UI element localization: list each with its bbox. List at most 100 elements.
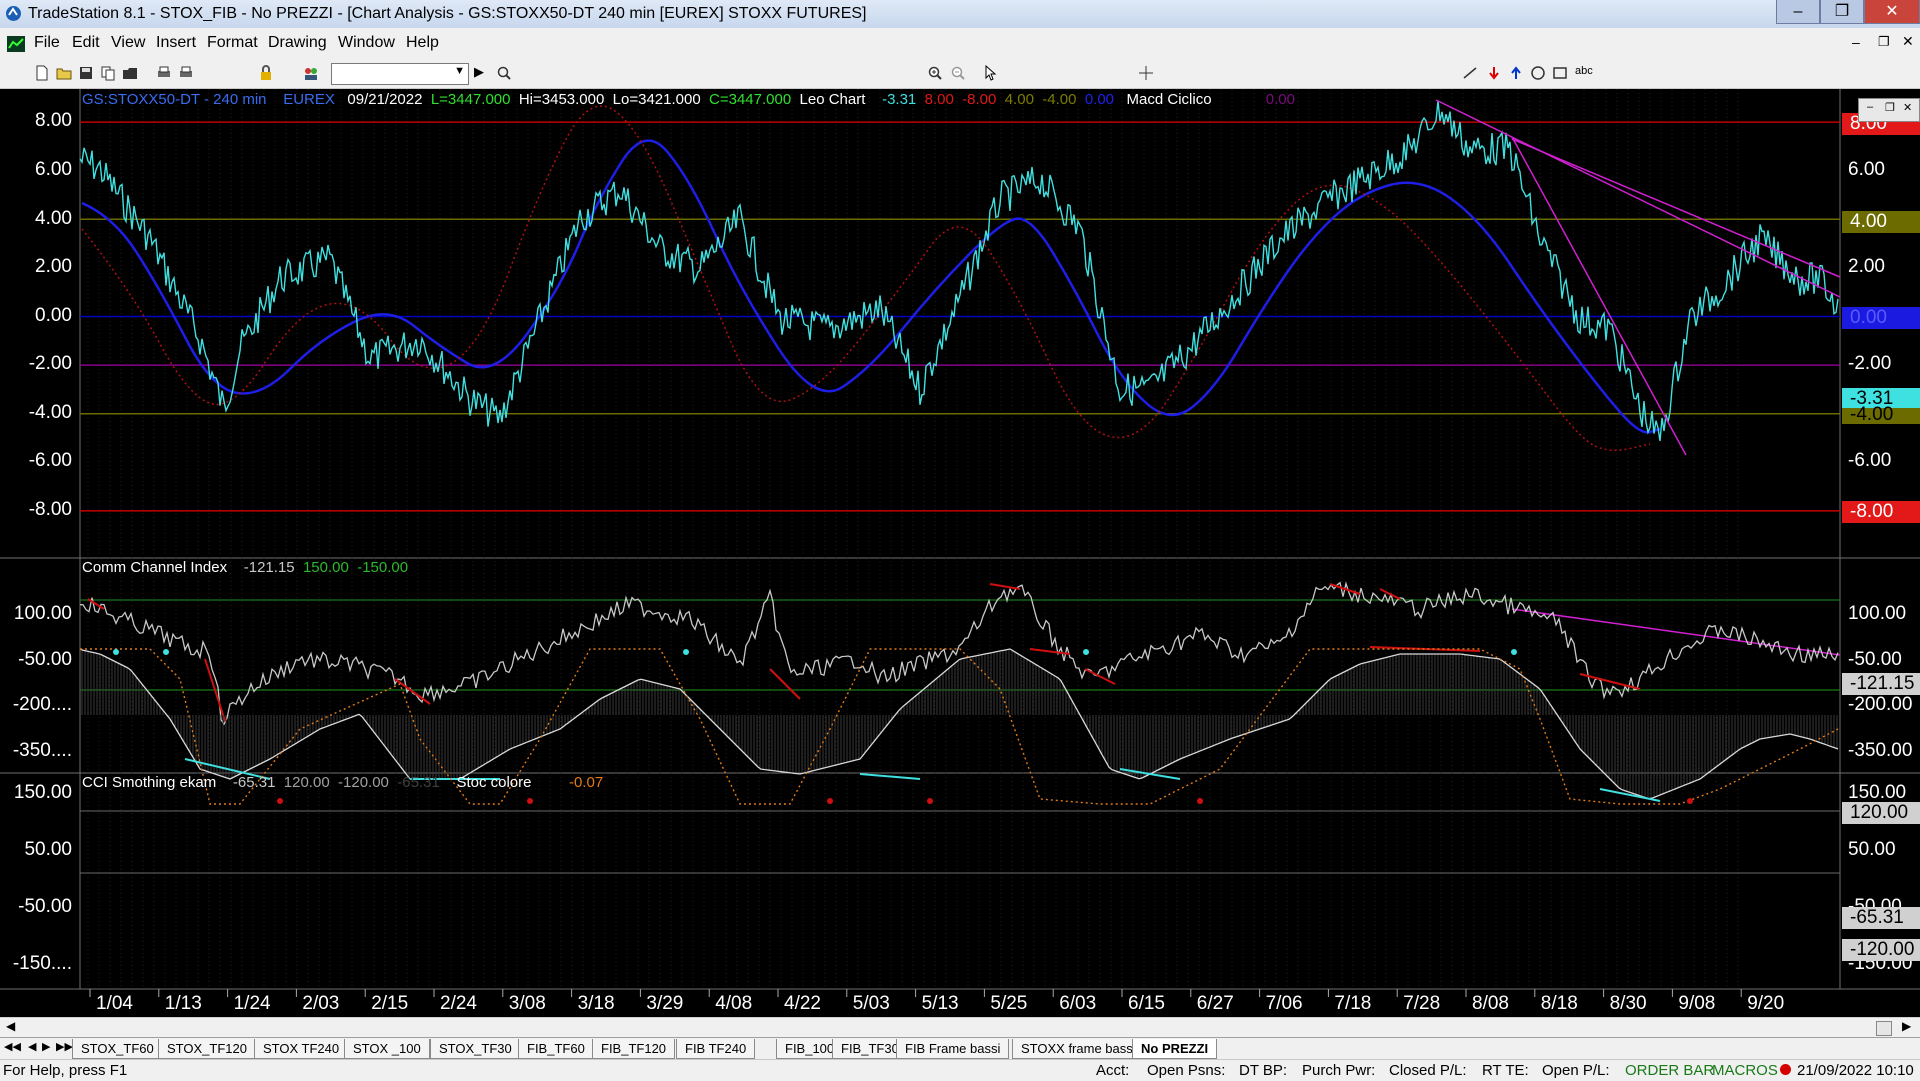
menu-insert[interactable]: Insert xyxy=(156,34,196,52)
minimize-button[interactable]: – xyxy=(1776,0,1820,24)
cci2-name2: Stoc colore xyxy=(456,774,532,791)
ellipse-icon[interactable] xyxy=(1530,65,1546,81)
workspace-tab[interactable]: STOX _100 xyxy=(344,1039,430,1059)
pane-buttons[interactable]: – ❐ ✕ xyxy=(1858,98,1920,122)
workspace-tab[interactable]: STOX TF240 xyxy=(254,1039,349,1059)
folder-icon[interactable] xyxy=(122,65,138,81)
cci-extreme-segment xyxy=(989,583,1021,590)
cci2-v3: -120.00 xyxy=(338,774,389,791)
open-icon[interactable] xyxy=(56,65,72,81)
pointer-icon[interactable] xyxy=(982,65,998,81)
y-right-label: 100.00 xyxy=(1848,603,1907,624)
scroll-thumb[interactable] xyxy=(1876,1021,1892,1036)
header-symbol: GS:STOXX50-DT - 240 min xyxy=(82,91,267,108)
value-tag-olive2: -4.00 xyxy=(1842,405,1920,424)
mdi-restore-button[interactable]: ❐ xyxy=(1878,34,1890,50)
status-macros[interactable]: MACROS xyxy=(1712,1062,1778,1079)
workspace-tab[interactable]: FIB Frame bassi xyxy=(896,1039,1010,1059)
new-icon[interactable] xyxy=(34,65,50,81)
scroll-left-icon[interactable]: ◀ xyxy=(6,1019,15,1033)
header-c: C=3447.000 xyxy=(709,91,792,108)
rectangle-icon[interactable] xyxy=(1552,65,1568,81)
print-preview-icon[interactable] xyxy=(178,65,194,81)
play-icon[interactable]: ▶ xyxy=(474,64,484,80)
zoom-out-icon[interactable] xyxy=(950,65,966,81)
y-right-label: 150.00 xyxy=(1848,782,1907,803)
save-icon[interactable] xyxy=(78,65,94,81)
cci-header: Comm Channel Index -121.15 150.00 -150.0… xyxy=(82,559,408,576)
tab-prev-icon[interactable]: ◀ xyxy=(28,1040,36,1053)
title-bar: TradeStation 8.1 - STOX_FIB - No PREZZI … xyxy=(0,0,1920,28)
x-tick-label: 5/25 xyxy=(990,993,1028,1014)
cci-v3: -150.00 xyxy=(357,559,409,576)
menu-window[interactable]: Window xyxy=(338,34,395,52)
workspace-tab[interactable]: FIB_TF60 xyxy=(518,1039,594,1059)
tab-last-icon[interactable]: ▶▶ xyxy=(56,1040,73,1053)
workspace-tab[interactable]: STOX_TF60 xyxy=(72,1039,163,1059)
close-button[interactable]: ✕ xyxy=(1864,0,1920,24)
cci-v2: 150.00 xyxy=(302,559,349,576)
workspace-tab[interactable]: FIB_TF120 xyxy=(592,1039,676,1059)
copy-icon[interactable] xyxy=(100,65,116,81)
x-tick-label: 6/15 xyxy=(1128,993,1165,1014)
y-right-label: -6.00 xyxy=(1848,450,1892,471)
menu-bar: File Edit View Insert Format Drawing Win… xyxy=(0,28,1920,61)
zoom-in-icon[interactable] xyxy=(927,65,943,81)
y-left-label: 2.00 xyxy=(35,256,72,277)
macd-ciclico-line xyxy=(81,139,1661,434)
y-right-label: 50.00 xyxy=(1848,839,1896,860)
chart-canvas[interactable] xyxy=(0,89,1920,1024)
symbol-combobox[interactable]: ▼ xyxy=(331,63,469,85)
people-icon[interactable] xyxy=(303,65,319,81)
workspace-tab[interactable]: STOXX frame bassi xyxy=(1012,1039,1145,1059)
workspace-tab[interactable]: STOX_TF120 xyxy=(158,1039,256,1059)
cci-v1: -121.15 xyxy=(243,559,295,576)
menu-help[interactable]: Help xyxy=(406,34,439,52)
crosshair-icon[interactable] xyxy=(1138,65,1154,81)
menu-drawing[interactable]: Drawing xyxy=(268,34,327,52)
mdi-close-button[interactable]: ✕ xyxy=(1902,33,1914,50)
header-hi: Hi=3453.000 xyxy=(518,91,605,108)
pane-close-icon[interactable]: ✕ xyxy=(1903,101,1912,114)
series-group xyxy=(79,99,1841,805)
print-icon[interactable] xyxy=(156,65,172,81)
menu-format[interactable]: Format xyxy=(207,34,258,52)
text-tool-icon[interactable]: abc xyxy=(1575,65,1593,77)
pane-minimize-icon[interactable]: – xyxy=(1867,101,1873,113)
x-tick-label: 6/27 xyxy=(1196,993,1234,1014)
workspace-tab[interactable]: No PREZZI xyxy=(1132,1039,1218,1059)
workspace-tab[interactable]: STOX_TF30 xyxy=(430,1039,521,1059)
menu-edit[interactable]: Edit xyxy=(72,34,100,52)
signal-dot xyxy=(113,649,119,655)
restore-button[interactable]: ❐ xyxy=(1820,0,1864,24)
tradestation-app-icon xyxy=(6,6,21,21)
mdi-minimize-button[interactable]: – xyxy=(1852,34,1860,50)
tab-next-icon[interactable]: ▶ xyxy=(42,1040,50,1053)
arrow-down-icon[interactable] xyxy=(1486,65,1502,81)
tab-first-icon[interactable]: ◀◀ xyxy=(4,1040,21,1053)
x-tick-label: 1/24 xyxy=(233,993,271,1014)
chart-window-icon[interactable] xyxy=(7,36,25,52)
trendline-icon[interactable] xyxy=(1462,65,1478,81)
cci-extreme-segment xyxy=(1029,648,1071,655)
y-left-label: 8.00 xyxy=(35,110,72,131)
x-tick-label: 8/18 xyxy=(1540,993,1578,1014)
pane-restore-icon[interactable]: ❐ xyxy=(1885,101,1895,114)
y-right-label: 6.00 xyxy=(1848,159,1885,180)
chevron-down-icon[interactable]: ▼ xyxy=(454,65,465,77)
status-order-bar[interactable]: ORDER BAR xyxy=(1625,1062,1714,1079)
scroll-right-icon[interactable]: ▶ xyxy=(1902,1019,1911,1033)
magnifier-icon[interactable] xyxy=(496,65,512,81)
lock-icon[interactable] xyxy=(258,65,274,81)
menu-view[interactable]: View xyxy=(111,34,145,52)
workspace-tabs: ◀◀ ◀ ▶ ▶▶ STOX_TF60 STOX_TF120 STOX TF240 S… xyxy=(0,1037,1920,1060)
cci2-v1: -65.31 xyxy=(232,774,276,791)
value-tag-olive: 4.00 xyxy=(1842,211,1920,233)
menu-file[interactable]: File xyxy=(34,34,60,52)
y-left-label: 100.00 xyxy=(13,603,72,624)
x-tick-label: 3/18 xyxy=(577,993,615,1014)
arrow-up-icon[interactable] xyxy=(1508,65,1524,81)
signal-dot xyxy=(163,649,169,655)
horizontal-scrollbar[interactable]: ◀ ▶ xyxy=(0,1017,1920,1038)
workspace-tab[interactable]: FIB TF240 xyxy=(676,1039,756,1059)
